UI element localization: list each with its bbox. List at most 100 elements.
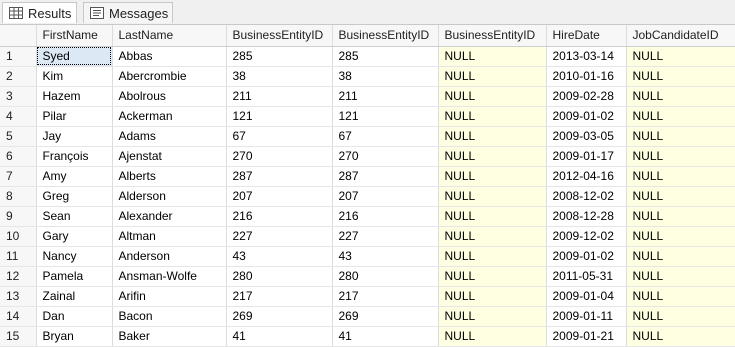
tab-messages[interactable]: Messages xyxy=(83,2,173,23)
row-number-cell[interactable]: 13 xyxy=(0,286,37,307)
cell-jobcandidateid[interactable]: NULL xyxy=(626,66,735,87)
cell-hiredate[interactable]: 2009-03-05 xyxy=(546,126,627,147)
cell-businessentityid-1[interactable]: 216 xyxy=(226,206,333,227)
cell-businessentityid-1[interactable]: 43 xyxy=(226,246,333,267)
row-number-cell[interactable]: 1 xyxy=(0,46,37,67)
cell-firstname[interactable]: Sean xyxy=(36,206,113,227)
row-number-cell[interactable]: 2 xyxy=(0,66,37,87)
cell-businessentityid-2[interactable]: 43 xyxy=(332,246,439,267)
row-number-cell[interactable]: 7 xyxy=(0,166,37,187)
cell-businessentityid-2[interactable]: 280 xyxy=(332,266,439,287)
cell-businessentityid-1[interactable]: 227 xyxy=(226,226,333,247)
table-row[interactable]: 12 Pamela Ansman-Wolfe 280 280 NULL 2011-05-31… xyxy=(0,266,735,287)
cell-jobcandidateid[interactable]: NULL xyxy=(626,266,735,287)
cell-hiredate[interactable]: 2008-12-28 xyxy=(546,206,627,227)
column-header-lastname[interactable]: LastName xyxy=(112,25,227,47)
column-header-businessentityid-3[interactable]: BusinessEntityID xyxy=(438,25,547,47)
cell-hiredate[interactable]: 2009-01-02 xyxy=(546,246,627,267)
cell-lastname[interactable]: Alexander xyxy=(112,206,227,227)
tab-results[interactable]: Results xyxy=(2,2,77,23)
cell-jobcandidateid[interactable]: NULL xyxy=(626,146,735,167)
cell-businessentityid-3[interactable]: NULL xyxy=(438,106,547,127)
cell-jobcandidateid[interactable]: NULL xyxy=(626,106,735,127)
cell-lastname[interactable]: Arifin xyxy=(112,286,227,307)
row-number-cell[interactable]: 3 xyxy=(0,86,37,107)
table-row[interactable]: 13 Zainal Arifin 217 217 NULL 2009-01-04 NULL xyxy=(0,286,735,307)
cell-businessentityid-2[interactable]: 270 xyxy=(332,146,439,167)
cell-firstname[interactable]: François xyxy=(36,146,113,167)
cell-businessentityid-3[interactable]: NULL xyxy=(438,286,547,307)
cell-businessentityid-2[interactable]: 216 xyxy=(332,206,439,227)
table-row[interactable]: 8 Greg Alderson 207 207 NULL 2008-12-02 NULL xyxy=(0,186,735,207)
cell-firstname[interactable]: Pamela xyxy=(36,266,113,287)
table-row[interactable]: 11 Nancy Anderson 43 43 NULL 2009-01-02 NULL xyxy=(0,246,735,267)
cell-businessentityid-2[interactable]: 38 xyxy=(332,66,439,87)
cell-businessentityid-3[interactable]: NULL xyxy=(438,166,547,187)
cell-hiredate[interactable]: 2011-05-31 xyxy=(546,266,627,287)
cell-businessentityid-3[interactable]: NULL xyxy=(438,66,547,87)
table-row[interactable]: 1 Syed Abbas 285 285 NULL 2013-03-14 NULL xyxy=(0,46,735,67)
row-number-cell[interactable]: 15 xyxy=(0,326,37,347)
cell-businessentityid-2[interactable]: 67 xyxy=(332,126,439,147)
cell-businessentityid-2[interactable]: 217 xyxy=(332,286,439,307)
cell-businessentityid-3[interactable]: NULL xyxy=(438,246,547,267)
row-number-cell[interactable]: 12 xyxy=(0,266,37,287)
cell-firstname[interactable]: Syed xyxy=(36,46,113,67)
cell-firstname[interactable]: Jay xyxy=(36,126,113,147)
row-number-cell[interactable]: 4 xyxy=(0,106,37,127)
cell-lastname[interactable]: Ackerman xyxy=(112,106,227,127)
row-number-cell[interactable]: 11 xyxy=(0,246,37,267)
column-header-firstname[interactable]: FirstName xyxy=(36,25,113,47)
cell-businessentityid-1[interactable]: 38 xyxy=(226,66,333,87)
table-row[interactable]: 3 Hazem Abolrous 211 211 NULL 2009-02-28 NULL xyxy=(0,86,735,107)
cell-jobcandidateid[interactable]: NULL xyxy=(626,206,735,227)
cell-jobcandidateid[interactable]: NULL xyxy=(626,126,735,147)
cell-lastname[interactable]: Ansman-Wolfe xyxy=(112,266,227,287)
table-row[interactable]: 7 Amy Alberts 287 287 NULL 2012-04-16 NULL xyxy=(0,166,735,187)
cell-businessentityid-3[interactable]: NULL xyxy=(438,206,547,227)
cell-hiredate[interactable]: 2010-01-16 xyxy=(546,66,627,87)
cell-firstname[interactable]: Gary xyxy=(36,226,113,247)
cell-businessentityid-3[interactable]: NULL xyxy=(438,226,547,247)
cell-jobcandidateid[interactable]: NULL xyxy=(626,326,735,347)
cell-lastname[interactable]: Altman xyxy=(112,226,227,247)
cell-businessentityid-1[interactable]: 270 xyxy=(226,146,333,167)
cell-jobcandidateid[interactable]: NULL xyxy=(626,306,735,327)
cell-lastname[interactable]: Alderson xyxy=(112,186,227,207)
cell-businessentityid-2[interactable]: 121 xyxy=(332,106,439,127)
cell-businessentityid-2[interactable]: 211 xyxy=(332,86,439,107)
cell-hiredate[interactable]: 2009-02-28 xyxy=(546,86,627,107)
cell-businessentityid-1[interactable]: 121 xyxy=(226,106,333,127)
column-header-businessentityid-2[interactable]: BusinessEntityID xyxy=(332,25,439,47)
cell-hiredate[interactable]: 2009-01-02 xyxy=(546,106,627,127)
cell-hiredate[interactable]: 2008-12-02 xyxy=(546,186,627,207)
cell-jobcandidateid[interactable]: NULL xyxy=(626,246,735,267)
column-header-hiredate[interactable]: HireDate xyxy=(546,25,627,47)
table-row[interactable]: 4 Pilar Ackerman 121 121 NULL 2009-01-02 NULL xyxy=(0,106,735,127)
cell-businessentityid-2[interactable]: 207 xyxy=(332,186,439,207)
table-row[interactable]: 15 Bryan Baker 41 41 NULL 2009-01-21 NULL xyxy=(0,326,735,347)
cell-jobcandidateid[interactable]: NULL xyxy=(626,286,735,307)
cell-firstname[interactable]: Nancy xyxy=(36,246,113,267)
row-number-cell[interactable]: 5 xyxy=(0,126,37,147)
table-row[interactable]: 6 François Ajenstat 270 270 NULL 2009-01-17 NUL… xyxy=(0,146,735,167)
cell-jobcandidateid[interactable]: NULL xyxy=(626,166,735,187)
cell-businessentityid-3[interactable]: NULL xyxy=(438,146,547,167)
table-row[interactable]: 2 Kim Abercrombie 38 38 NULL 2010-01-16 NULL xyxy=(0,66,735,87)
cell-jobcandidateid[interactable]: NULL xyxy=(626,46,735,67)
cell-lastname[interactable]: Ajenstat xyxy=(112,146,227,167)
cell-lastname[interactable]: Anderson xyxy=(112,246,227,267)
cell-hiredate[interactable]: 2013-03-14 xyxy=(546,46,627,67)
cell-businessentityid-2[interactable]: 269 xyxy=(332,306,439,327)
cell-businessentityid-3[interactable]: NULL xyxy=(438,186,547,207)
cell-lastname[interactable]: Alberts xyxy=(112,166,227,187)
cell-businessentityid-3[interactable]: NULL xyxy=(438,326,547,347)
cell-hiredate[interactable]: 2012-04-16 xyxy=(546,166,627,187)
row-number-cell[interactable]: 14 xyxy=(0,306,37,327)
cell-hiredate[interactable]: 2009-01-21 xyxy=(546,326,627,347)
cell-businessentityid-1[interactable]: 207 xyxy=(226,186,333,207)
cell-firstname[interactable]: Dan xyxy=(36,306,113,327)
cell-businessentityid-3[interactable]: NULL xyxy=(438,46,547,67)
row-number-cell[interactable]: 8 xyxy=(0,186,37,207)
cell-firstname[interactable]: Bryan xyxy=(36,326,113,347)
